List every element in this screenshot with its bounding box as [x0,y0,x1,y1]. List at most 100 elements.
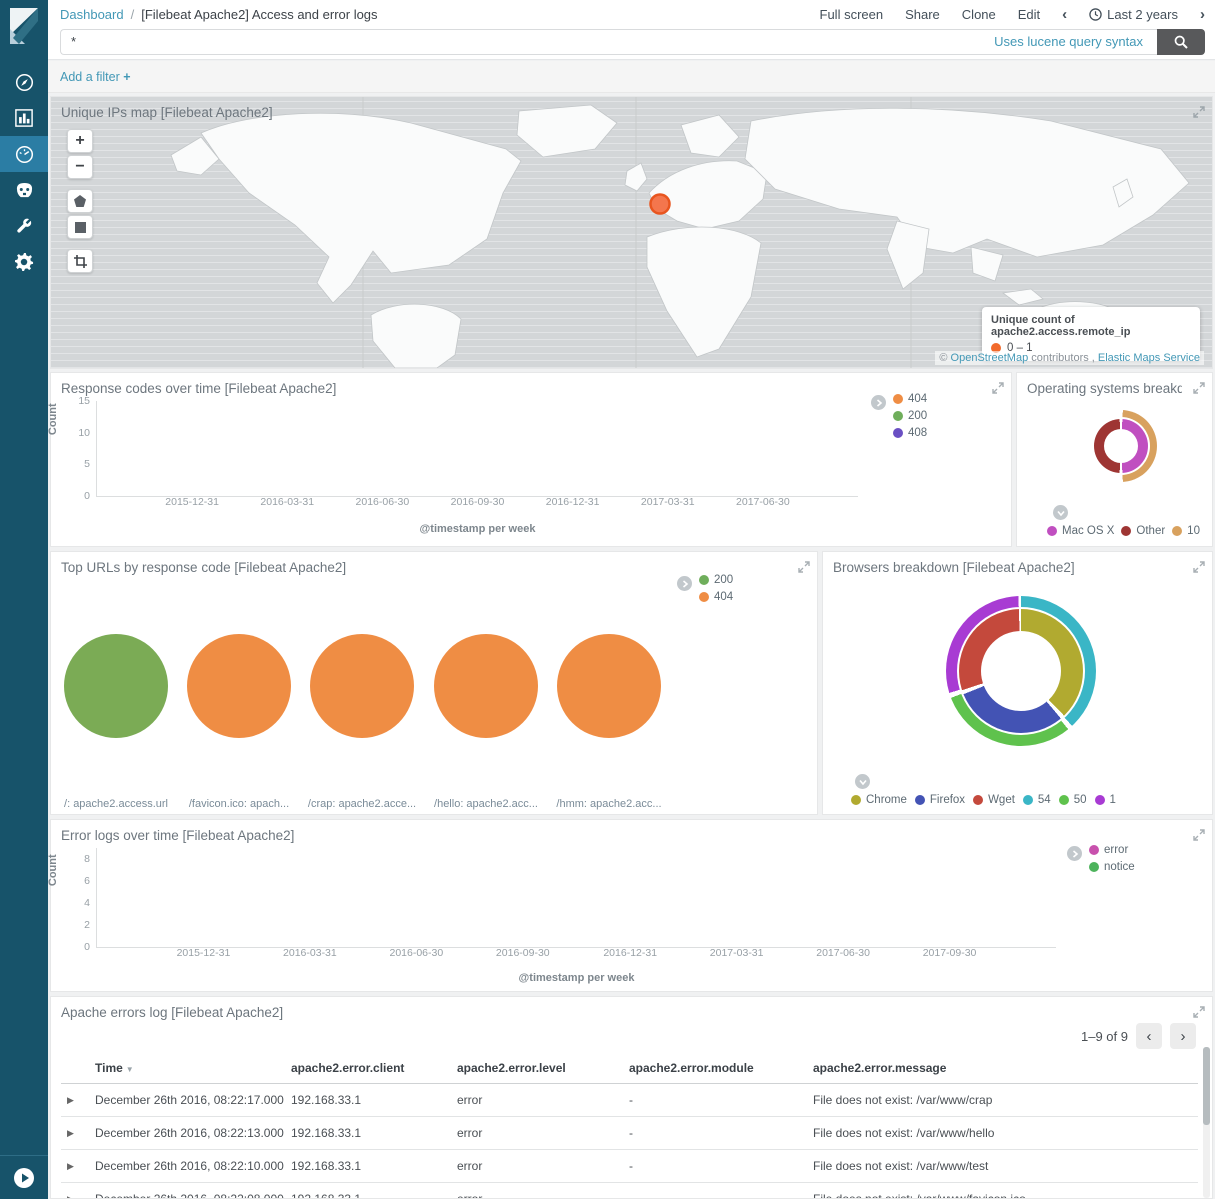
row-expand-caret[interactable]: ▶ [61,1128,95,1139]
legend-item-404[interactable]: 404 [699,591,733,603]
expand-panel-icon[interactable] [1193,106,1205,118]
x-tick: 2016-06-30 [356,496,410,508]
legend-item-404[interactable]: 404 [893,393,927,405]
expand-panel-icon[interactable] [1193,382,1205,394]
map-zoom-in-button[interactable]: + [67,129,93,153]
table-row[interactable]: ▶ December 26th 2016, 08:22:17.000 192.1… [61,1084,1198,1117]
expand-panel-icon[interactable] [1193,829,1205,841]
table-row[interactable]: ▶ December 26th 2016, 08:22:13.000 192.1… [61,1117,1198,1150]
kibana-logo[interactable] [0,0,48,52]
legend-toggle-button[interactable] [1067,846,1082,861]
legend-label: 404 [714,591,733,603]
legend-item-firefox[interactable]: Firefox [915,794,965,806]
legend-item-200[interactable]: 200 [699,574,733,586]
sidebar-item-discover[interactable] [0,64,48,100]
pie-slash[interactable] [64,634,168,738]
pie-crap[interactable] [310,634,414,738]
cell-message: File does not exist: /var/www/crap [813,1093,1198,1107]
pie-hello[interactable] [434,634,538,738]
map-zoom-out-button[interactable]: − [67,155,93,179]
map-draw-polygon-button[interactable] [67,189,93,213]
collapse-nav-button[interactable] [13,1167,35,1189]
cell-time: December 26th 2016, 08:22:13.000 [95,1126,291,1140]
errorlogs-legend: error notice [1089,844,1135,878]
col-message[interactable]: apache2.error.message [813,1061,1198,1075]
row-expand-caret[interactable]: ▶ [61,1194,95,1199]
legend-label: 54 [1038,794,1051,806]
sidebar-item-timelion[interactable] [0,172,48,208]
map-fit-bounds-button[interactable] [67,249,93,273]
timelion-icon [15,182,34,199]
legend-item-notice[interactable]: notice [1089,861,1135,873]
add-filter-button[interactable]: Add a filter + [60,70,131,84]
col-level[interactable]: apache2.error.level [457,1061,629,1075]
col-module[interactable]: apache2.error.module [629,1061,813,1075]
clone-button[interactable]: Clone [962,7,996,22]
table-row[interactable]: ▶ December 26th 2016, 08:22:10.000 192.1… [61,1150,1198,1183]
col-client[interactable]: apache2.error.client [291,1061,457,1075]
legend-item-macosx[interactable]: Mac OS X [1047,525,1114,537]
legend-label: error [1104,844,1128,856]
expand-panel-icon[interactable] [1193,561,1205,573]
legend-toggle-button[interactable] [1053,505,1068,520]
panel-title-error-logs: Error logs over time [Filebeat Apache2] [61,828,294,843]
legend-toggle-button[interactable] [855,774,870,789]
os-donut-outer-ring[interactable] [1085,410,1157,482]
legend-toggle-button[interactable] [677,576,692,591]
legend-item-10[interactable]: 10 [1172,525,1200,537]
sidebar-item-dev-tools[interactable] [0,208,48,244]
plus-glyph: + [75,132,84,150]
browsers-donut-outer-ring[interactable] [946,596,1096,746]
col-time[interactable]: Time▼ [95,1061,291,1075]
legend-item-200[interactable]: 200 [893,410,927,422]
share-button[interactable]: Share [905,7,940,22]
y-tick: 10 [78,427,90,439]
time-forward-button[interactable]: › [1200,7,1205,22]
expand-panel-icon[interactable] [798,561,810,573]
openstreetmap-link[interactable]: OpenStreetMap [951,352,1029,364]
table-row[interactable]: ▶ December 26th 2016, 08:22:08.000 192.1… [61,1183,1198,1199]
pagination-prev-button[interactable]: ‹ [1136,1023,1162,1049]
legend-dot [893,428,903,438]
sidebar-item-dashboard[interactable] [0,136,48,172]
elastic-maps-link[interactable]: Elastic Maps Service [1098,352,1200,364]
legend-item-408[interactable]: 408 [893,427,927,439]
breadcrumb-dashboard-link[interactable]: Dashboard [60,7,124,22]
legend-label: notice [1104,861,1135,873]
panel-apache-errors-log: Apache errors log [Filebeat Apache2] 1–9… [50,996,1213,1199]
pie-favicon[interactable] [187,634,291,738]
legend-item-1[interactable]: 1 [1095,794,1116,806]
geo-point-marker[interactable] [651,195,670,214]
scrollbar-thumb[interactable] [1203,1047,1210,1125]
legend-dot [1121,526,1131,536]
legend-toggle-button[interactable] [871,395,886,410]
sidebar-item-management[interactable] [0,244,48,280]
time-back-button[interactable]: ‹ [1062,7,1067,22]
square-icon [75,222,86,233]
panel-error-logs: Error logs over time [Filebeat Apache2] … [50,819,1213,992]
expand-panel-icon[interactable] [992,382,1004,394]
legend-dot [1172,526,1182,536]
legend-item-54[interactable]: 54 [1023,794,1051,806]
sidebar-item-visualize[interactable] [0,100,48,136]
pie-hmm[interactable] [557,634,661,738]
legend-item-error[interactable]: error [1089,844,1135,856]
search-button[interactable] [1157,29,1205,55]
time-picker-button[interactable]: Last 2 years [1089,7,1178,22]
legend-item-50[interactable]: 50 [1059,794,1087,806]
browsers-donut-inner-ring[interactable] [959,609,1083,733]
legend-item-other[interactable]: Other [1121,525,1165,537]
fullscreen-button[interactable]: Full screen [820,7,884,22]
row-expand-caret[interactable]: ▶ [61,1095,95,1106]
legend-item-wget[interactable]: Wget [973,794,1015,806]
expand-panel-icon[interactable] [1193,1006,1205,1018]
legend-label: Wget [988,794,1015,806]
table-scrollbar[interactable] [1203,1047,1210,1198]
os-donut-inner-ring[interactable] [1094,419,1148,473]
pagination-next-button[interactable]: › [1170,1023,1196,1049]
legend-item-chrome[interactable]: Chrome [851,794,907,806]
lucene-syntax-link[interactable]: Uses lucene query syntax [988,34,1149,49]
edit-button[interactable]: Edit [1018,7,1040,22]
map-draw-rectangle-button[interactable] [67,215,93,239]
row-expand-caret[interactable]: ▶ [61,1161,95,1172]
